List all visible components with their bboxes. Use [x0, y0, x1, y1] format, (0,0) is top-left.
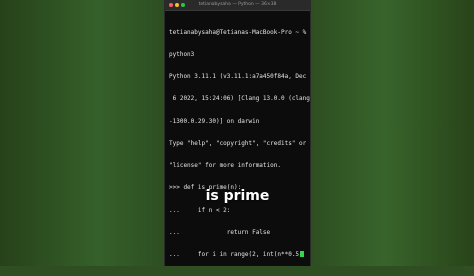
background-left — [0, 0, 164, 266]
terminal-output[interactable]: tetianabysaha@Tetianas-MacBook-Pro ~ % p… — [165, 11, 310, 276]
window-title: tetianabysaha — Python — 36×38 — [198, 2, 277, 7]
terminal-titlebar[interactable]: tetianabysaha — Python — 36×38 — [165, 0, 310, 11]
terminal-line: 6 2022, 15:24:06) [Clang 13.0.0 (clang — [169, 95, 310, 103]
terminal-line: Python 3.11.1 (v3.11.1:a7a450f84a, Dec — [169, 73, 307, 81]
video-caption: is prime — [205, 188, 270, 204]
terminal-line: python3 — [169, 51, 195, 59]
terminal-line: -1300.0.29.30)] on darwin — [169, 117, 260, 125]
terminal-line: ... return False — [169, 228, 271, 236]
terminal-line: tetianabysaha@Tetianas-MacBook-Pro ~ % — [169, 28, 307, 36]
text-cursor — [300, 251, 305, 257]
terminal-line: Type "help", "copyright", "credits" or — [169, 139, 307, 147]
terminal-line: ... if n < 2: — [169, 206, 231, 214]
background-right — [311, 0, 474, 266]
terminal-input-line[interactable]: ... for i in range(2, int(n**0.5 — [169, 251, 306, 258]
terminal-window[interactable]: tetianabysaha — Python — 36×38 tetianaby… — [164, 0, 311, 266]
terminal-line: "license" for more information. — [169, 162, 281, 170]
terminal-line: ... for i in range(2, int(n**0.5 — [169, 251, 300, 258]
